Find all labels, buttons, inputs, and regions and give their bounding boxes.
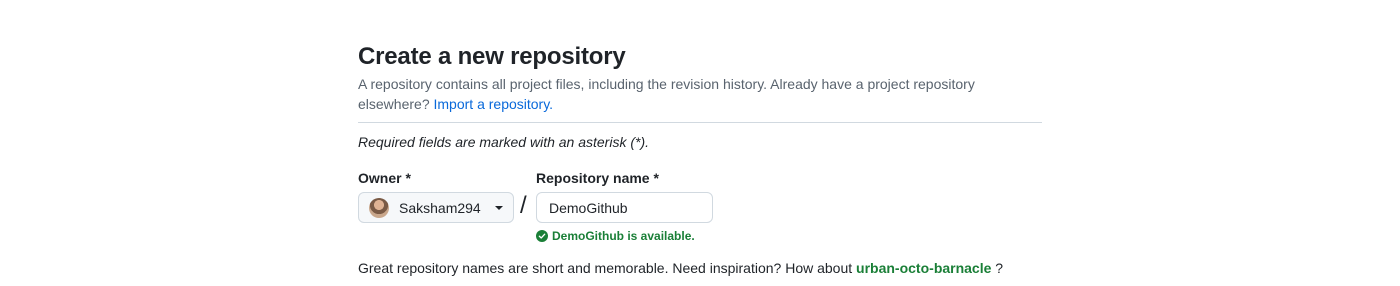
suggestion-suffix: ? (995, 260, 1004, 276)
required-fields-note: Required fields are marked with an aster… (358, 134, 650, 150)
divider (358, 122, 1042, 123)
caret-down-icon (495, 205, 503, 210)
page-title: Create a new repository (358, 43, 626, 70)
suggested-name-button[interactable]: urban-octo-barnacle (856, 260, 991, 276)
import-repository-link[interactable]: Import a repository. (434, 96, 554, 112)
name-suggestion: Great repository names are short and mem… (358, 258, 1003, 278)
repository-name-input[interactable] (536, 192, 713, 223)
suggestion-prefix: Great repository names are short and mem… (358, 260, 853, 276)
owner-repo-separator: / (520, 192, 527, 219)
repository-name-label: Repository name * (536, 170, 659, 186)
page-description: A repository contains all project files,… (358, 74, 1018, 114)
avatar (369, 197, 389, 218)
owner-label: Owner * (358, 170, 411, 186)
availability-text: DemoGithub is available. (552, 229, 695, 243)
owner-dropdown-button[interactable]: Saksham294 (358, 192, 514, 223)
owner-name: Saksham294 (399, 199, 481, 216)
check-circle-icon (536, 230, 548, 242)
availability-message: DemoGithub is available. (536, 227, 695, 245)
